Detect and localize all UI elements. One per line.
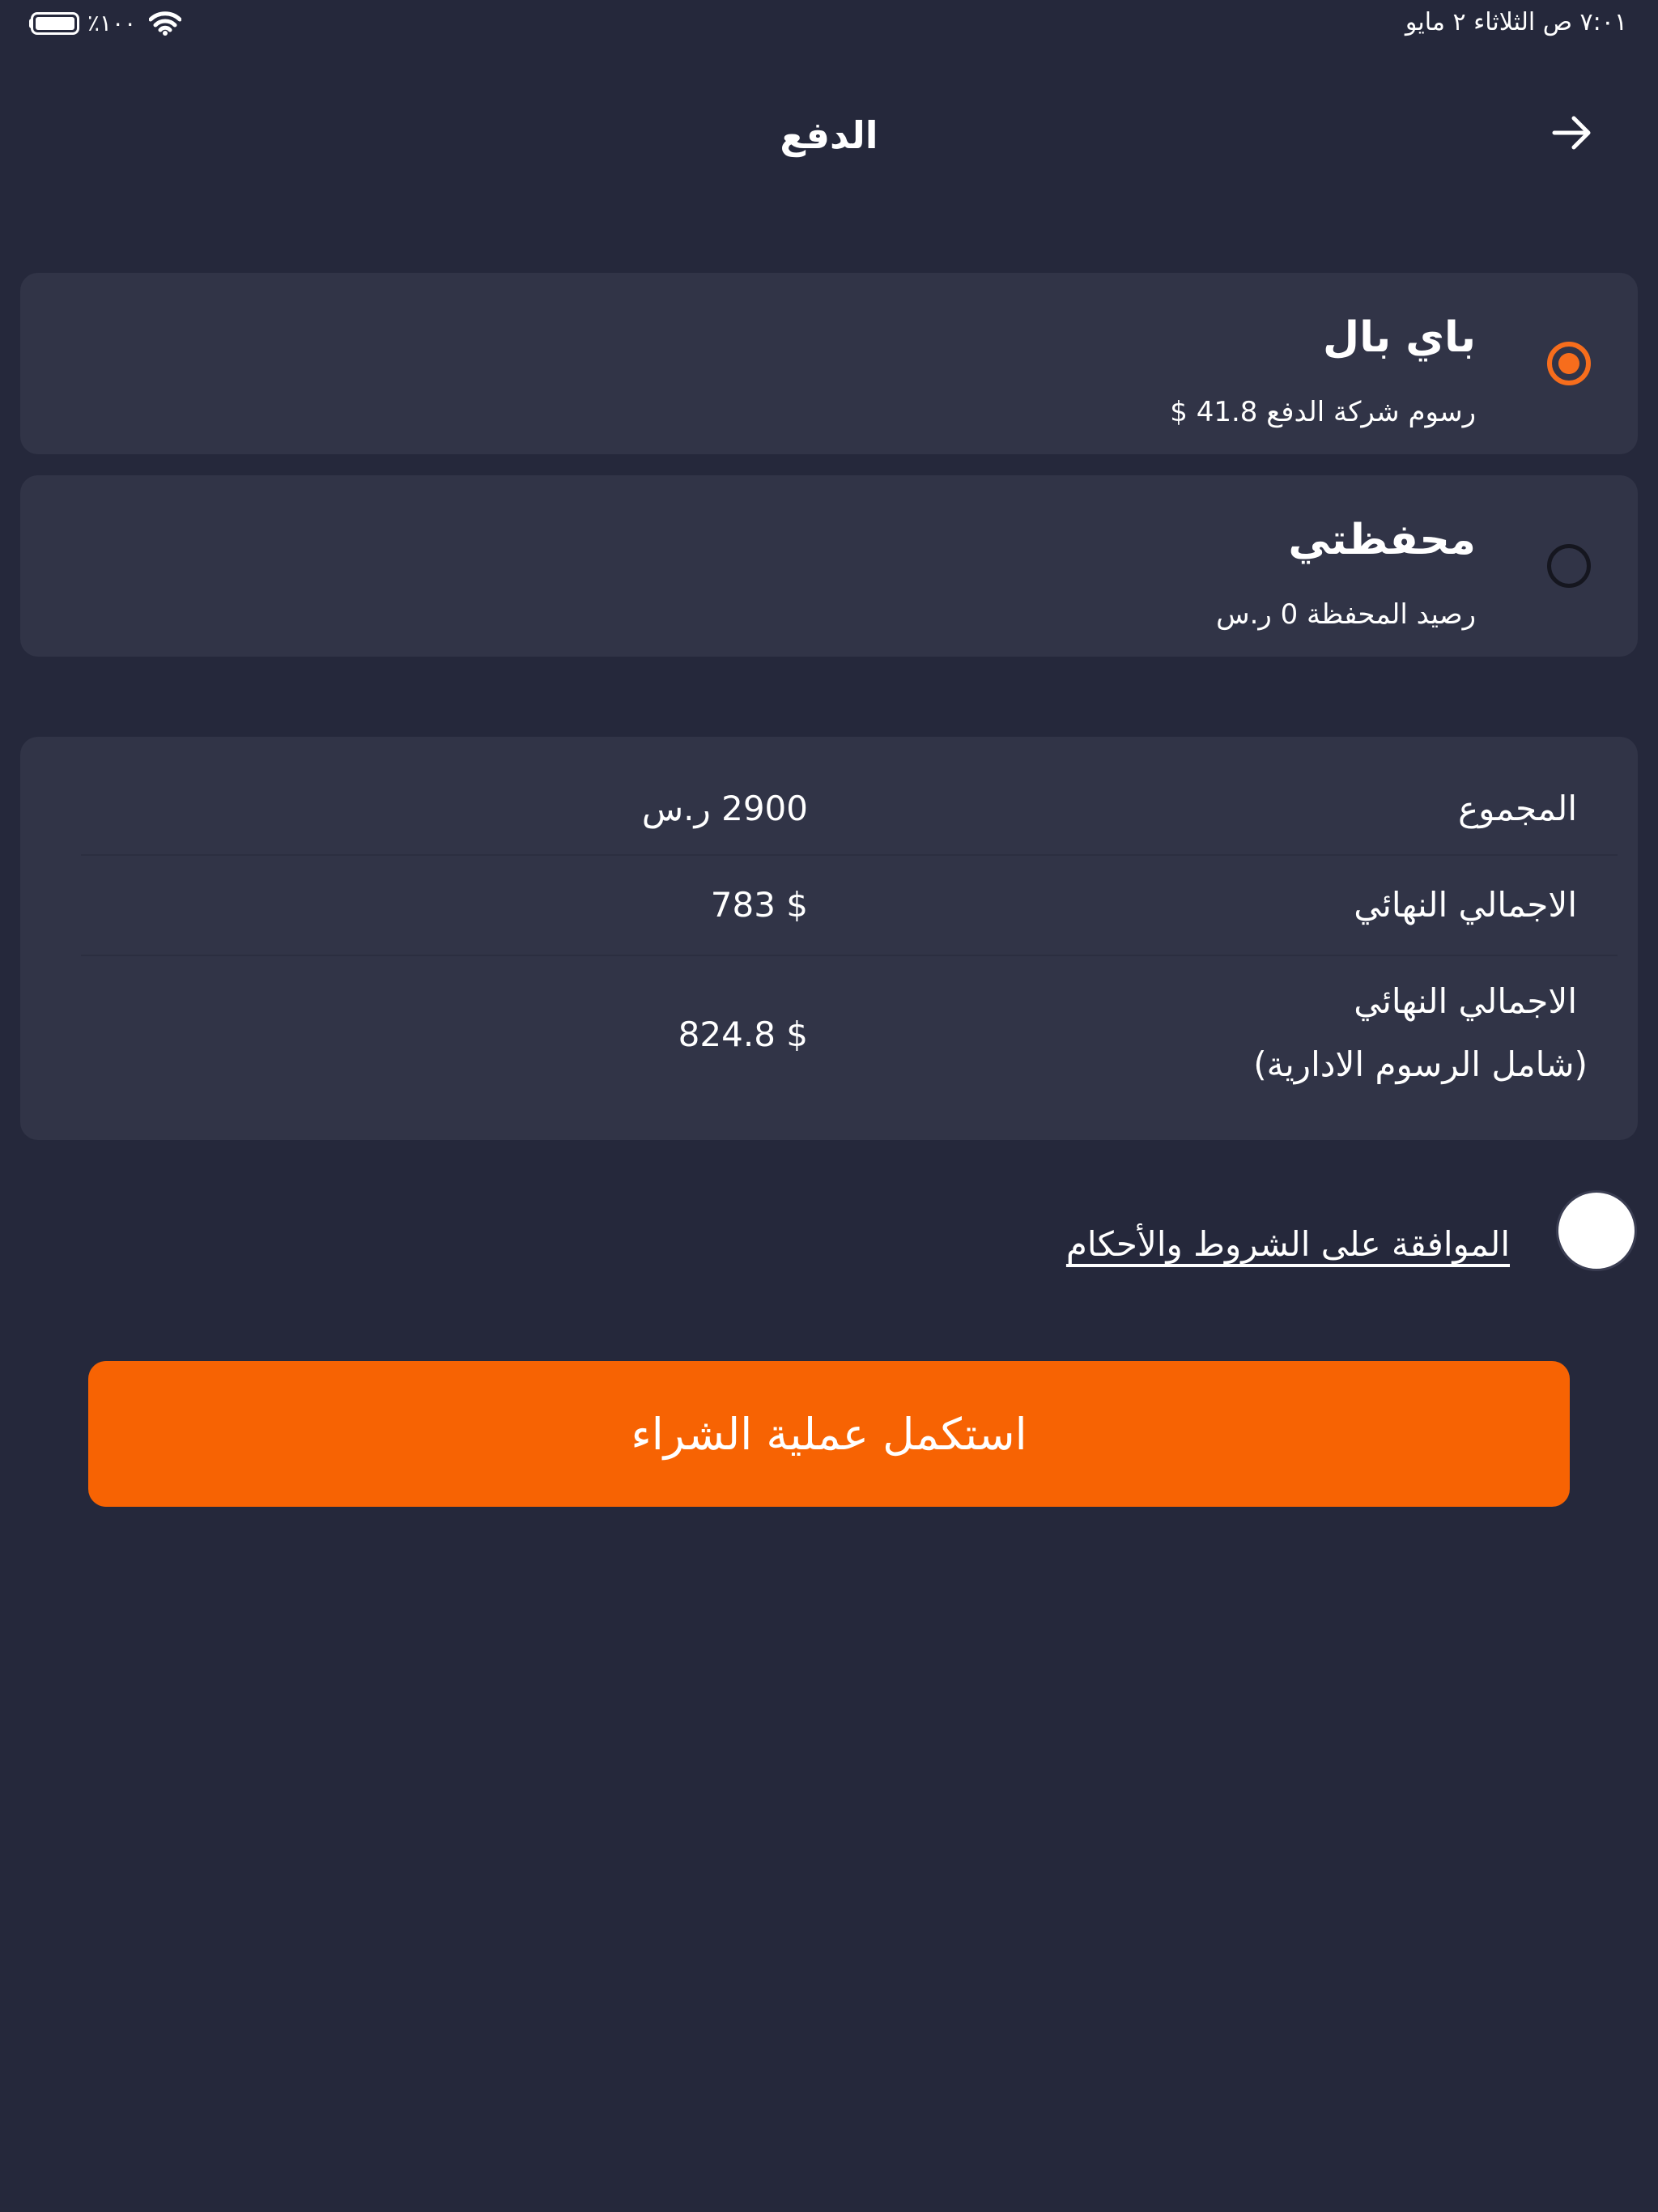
page-title: الدفع — [780, 113, 878, 157]
wifi-icon — [149, 11, 182, 36]
battery-percent: ٪١٠٠ — [87, 10, 137, 36]
status-indicators: ٪١٠٠ — [29, 10, 182, 36]
payment-option-paypal[interactable]: باي بال رسوم شركة الدفع 41.8 $ — [20, 273, 1638, 454]
terms-link[interactable]: الموافقة على الشروط والأحكام — [1066, 1224, 1510, 1264]
payment-option-title: محفظتي — [1288, 516, 1476, 564]
payment-option-title: باي بال — [1323, 313, 1476, 362]
summary-label-fees-note: (شامل الرسوم الادارية) — [1253, 1044, 1588, 1084]
payment-option-subtitle: رصيد المحفظة 0 ر.س — [1216, 598, 1476, 631]
summary-value-total: 2900 ر.س — [641, 789, 808, 828]
terms-checkbox[interactable] — [1556, 1190, 1637, 1271]
arrow-right-icon[interactable] — [1548, 108, 1596, 157]
order-summary: المجموع 2900 ر.س الاجمالي النهائي $ 783 … — [20, 737, 1638, 1140]
summary-value-final: $ 783 — [710, 885, 808, 925]
divider — [81, 955, 1618, 956]
payment-option-wallet[interactable]: محفظتي رصيد المحفظة 0 ر.س — [20, 475, 1638, 657]
payment-option-subtitle: رسوم شركة الدفع 41.8 $ — [1170, 396, 1476, 428]
summary-label-total: المجموع — [1458, 789, 1577, 828]
summary-value-final-with-fees: $ 824.8 — [678, 1015, 808, 1054]
divider — [81, 854, 1618, 856]
radio-paypal[interactable] — [1547, 342, 1591, 385]
complete-purchase-button[interactable]: استكمل عملية الشراء — [88, 1361, 1570, 1507]
status-time-date: ٧:٠١ ص الثلاثاء ٢ مايو — [1405, 8, 1627, 36]
summary-label-final-with-fees: الاجمالي النهائي — [1354, 981, 1577, 1021]
battery-icon — [29, 11, 79, 35]
summary-label-final: الاجمالي النهائي — [1354, 885, 1577, 925]
radio-wallet[interactable] — [1547, 544, 1591, 588]
